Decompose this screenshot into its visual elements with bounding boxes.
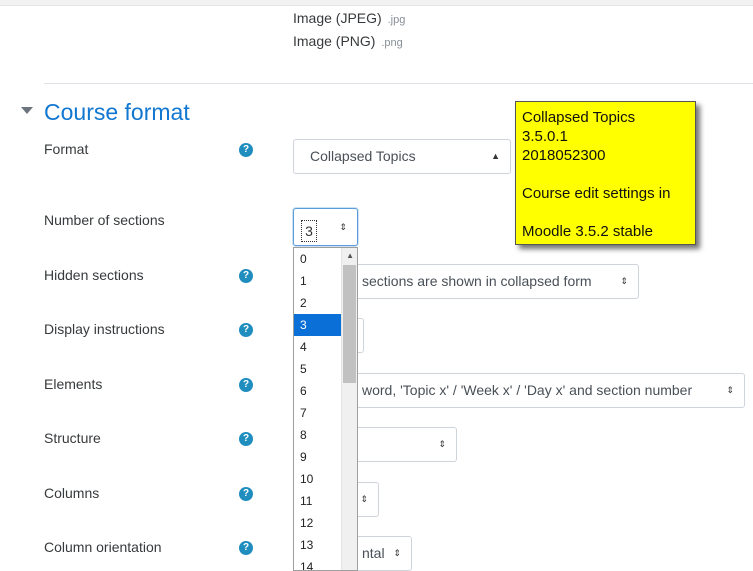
note-line: 2018052300: [522, 147, 606, 164]
select-arrows-icon: ⇕: [360, 494, 368, 504]
help-icon[interactable]: ?: [239, 378, 253, 392]
scroll-up-icon[interactable]: ▲: [346, 251, 354, 260]
note-line: Moodle 3.5.2 stable: [522, 223, 653, 240]
sections-dropdown-list[interactable]: 0 1 2 3 4 5 6 7 8 9 10 11 12 13 14 ▲: [293, 247, 358, 571]
note-line: [522, 203, 689, 222]
select-arrows-icon: ⇕: [339, 222, 347, 232]
help-icon[interactable]: ?: [239, 323, 253, 337]
label-display-instructions: Display instructions: [44, 321, 165, 337]
dropdown-option[interactable]: 11: [294, 490, 342, 512]
top-bar: [0, 0, 753, 6]
select-arrows-icon: ⇕: [438, 439, 446, 449]
dropdown-option[interactable]: 2: [294, 292, 342, 314]
dropdown-option[interactable]: 1: [294, 270, 342, 292]
filetype-name: Image (JPEG): [293, 10, 382, 26]
scrollbar-thumb[interactable]: [343, 265, 356, 383]
dropdown-option[interactable]: 9: [294, 446, 342, 468]
section-title[interactable]: Course format: [44, 99, 190, 126]
column-orientation-value: ntal: [362, 545, 385, 561]
select-arrows-icon: ⇕: [620, 276, 628, 286]
label-elements: Elements: [44, 376, 103, 392]
dropdown-option[interactable]: 12: [294, 512, 342, 534]
format-select[interactable]: Collapsed Topics ▲▼: [293, 139, 511, 174]
section-divider: [44, 83, 753, 84]
label-column-orientation: Column orientation: [44, 539, 162, 555]
dropdown-option[interactable]: 0: [294, 248, 342, 270]
dropdown-option[interactable]: 14: [294, 556, 342, 570]
dropdown-option[interactable]: 7: [294, 402, 342, 424]
filetype-png: Image (PNG) .png: [293, 33, 403, 49]
dropdown-scrollbar[interactable]: ▲: [341, 248, 357, 570]
dropdown-option-selected[interactable]: 3: [294, 314, 342, 336]
dropdown-option[interactable]: 10: [294, 468, 342, 490]
note-line: Collapsed Topics: [522, 109, 636, 126]
dropdown-option[interactable]: 8: [294, 424, 342, 446]
format-select-value: Collapsed Topics: [310, 148, 416, 164]
number-of-sections-value: 3: [301, 220, 317, 242]
select-arrows-icon: ⇕: [393, 548, 401, 558]
note-line: Course edit settings in: [522, 185, 671, 202]
label-columns: Columns: [44, 485, 100, 501]
label-format: Format: [44, 141, 89, 157]
label-number-of-sections: Number of sections: [44, 212, 165, 228]
hidden-sections-select[interactable]: sections are shown in collapsed form ⇕: [345, 264, 639, 299]
version-note: Collapsed Topics 3.5.0.1 2018052300 Cour…: [515, 101, 696, 245]
elements-select[interactable]: word, 'Topic x' / 'Week x' / 'Day x' and…: [345, 373, 745, 408]
filetype-ext: .jpg: [387, 14, 406, 26]
help-icon[interactable]: ?: [239, 541, 253, 555]
filetype-jpeg: Image (JPEG) .jpg: [293, 10, 405, 26]
label-hidden-sections: Hidden sections: [44, 267, 144, 283]
dropdown-option[interactable]: 6: [294, 380, 342, 402]
dropdown-option[interactable]: 4: [294, 336, 342, 358]
filetype-name: Image (PNG): [293, 33, 376, 49]
select-arrows-icon: ⇕: [726, 385, 734, 395]
note-line: 3.5.0.1: [522, 128, 568, 145]
dropdown-option[interactable]: 13: [294, 534, 342, 556]
help-icon[interactable]: ?: [239, 269, 253, 283]
dropdown-option[interactable]: 5: [294, 358, 342, 380]
structure-select[interactable]: ⇕: [345, 427, 457, 462]
help-icon[interactable]: ?: [239, 143, 253, 157]
label-structure: Structure: [44, 430, 101, 446]
select-arrows-icon: ▲▼: [491, 151, 500, 161]
elements-select-value: word, 'Topic x' / 'Week x' / 'Day x' and…: [362, 382, 693, 398]
filetype-ext: .png: [381, 37, 403, 49]
help-icon[interactable]: ?: [239, 432, 253, 446]
hidden-sections-value: sections are shown in collapsed form: [362, 273, 592, 289]
note-line: [522, 165, 689, 184]
help-icon[interactable]: ?: [239, 487, 253, 501]
number-of-sections-select[interactable]: 3 ⇕: [293, 208, 358, 246]
collapse-caret-icon[interactable]: [21, 107, 33, 114]
